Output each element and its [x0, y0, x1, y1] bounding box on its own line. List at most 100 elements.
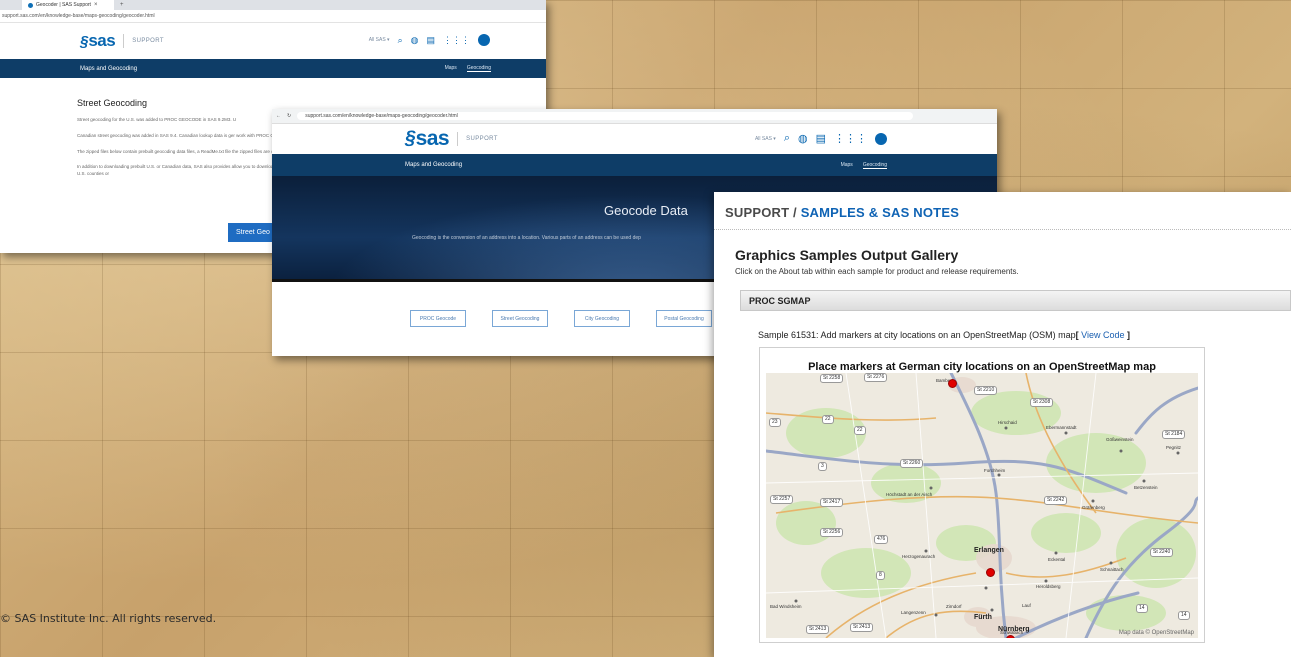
gallery-title: Graphics Samples Output Gallery — [735, 247, 959, 263]
documents-icon[interactable]: ▤ — [426, 35, 435, 46]
section-nav-links: Maps Geocoding — [445, 65, 491, 72]
city-label: Herzogenaurach — [902, 554, 936, 559]
road-label: 23 — [769, 418, 781, 427]
road-label: St 2210 — [974, 386, 998, 395]
openstreetmap-map[interactable]: St 2258 St 2276 St 2210 St 2308 St 2184 … — [766, 373, 1198, 638]
breadcrumb: SUPPORT / SAMPLES & SAS NOTES — [725, 205, 959, 220]
bracket-close: ] — [1124, 330, 1131, 340]
search-icon[interactable]: ⌕ — [398, 35, 403, 46]
road-label: 22 — [854, 426, 866, 435]
city-label: Zirndorf — [946, 604, 962, 609]
page-heading: Street Geocoding — [77, 98, 148, 108]
breadcrumb-samples[interactable]: SAMPLES & SAS NOTES — [801, 205, 959, 220]
new-tab-icon[interactable]: + — [120, 2, 124, 8]
city-marker-nuernberg[interactable] — [1006, 635, 1015, 638]
browser-tabbar: Geocoder | SAS Support × + — [0, 0, 546, 10]
all-sas-dropdown[interactable]: All SAS ▾ — [755, 136, 776, 142]
nav-link-geocoding[interactable]: Geocoding — [862, 162, 887, 169]
sas-favicon-icon — [28, 2, 33, 8]
reload-icon[interactable]: ↻ — [287, 113, 291, 119]
city-label: Lauf — [1022, 603, 1031, 608]
road-label: 14 — [1136, 604, 1148, 613]
city-label: Gößweinstein — [1106, 437, 1134, 442]
nav-link-maps[interactable]: Maps — [445, 65, 457, 72]
header-icons: All SAS ▾ ⌕ ◍ ▤ ⋮⋮⋮ — [755, 132, 887, 145]
support-label: SUPPORT — [132, 38, 164, 44]
globe-icon[interactable]: ◍ — [798, 132, 808, 145]
road-label: St 2276 — [864, 373, 888, 382]
section-nav-links: Maps Geocoding — [841, 162, 887, 169]
address-bar: ← ↻ support.sas.com/en/knowledge-base/ma… — [272, 109, 997, 124]
sas-header: § sas SUPPORT All SAS ▾ ⌕ ◍ ▤ ⋮⋮⋮ — [0, 23, 546, 59]
road-label: St 2184 — [1162, 430, 1186, 439]
road-label: St 2417 — [820, 498, 844, 507]
road-label: St 2308 — [1030, 398, 1054, 407]
browser-tab[interactable]: Geocoder | SAS Support × — [22, 0, 114, 10]
city-label: Hirschaid — [998, 420, 1017, 425]
globe-icon[interactable]: ◍ — [411, 35, 419, 46]
city-geocoding-button[interactable]: City Geocoding — [574, 310, 630, 327]
back-icon[interactable]: ← — [276, 113, 281, 119]
city-label: Forchheim — [984, 468, 1006, 473]
road-label: 22 — [822, 415, 834, 424]
hero-subtitle: Geocoding is the conversion of an addres… — [412, 235, 641, 241]
sas-logotype-icon: sas — [415, 127, 450, 150]
sas-s-icon: § — [405, 128, 416, 149]
apps-grid-icon[interactable]: ⋮⋮⋮ — [443, 35, 470, 46]
road-label: 14 — [1178, 611, 1190, 620]
apps-grid-icon[interactable]: ⋮⋮⋮ — [834, 132, 867, 145]
section-navbar: Maps and Geocoding Maps Geocoding — [0, 59, 546, 78]
section-title[interactable]: Maps and Geocoding — [80, 66, 137, 72]
sas-logo[interactable]: § sas — [405, 127, 450, 151]
user-avatar-icon[interactable] — [478, 34, 490, 46]
section-title[interactable]: Maps and Geocoding — [405, 162, 462, 168]
postal-geocoding-button[interactable]: Postal Geocoding — [656, 310, 712, 327]
road-label: St 2413 — [850, 623, 874, 632]
address-bar[interactable]: support.sas.com/en/knowledge-base/maps-g… — [0, 10, 546, 23]
search-icon[interactable]: ⌕ — [784, 132, 790, 145]
sample-text: Sample 61531: Add markers at city locati… — [758, 330, 1076, 340]
url-field[interactable]: support.sas.com/en/knowledge-base/maps-g… — [297, 112, 914, 120]
close-icon[interactable]: × — [94, 2, 98, 8]
nav-link-maps[interactable]: Maps — [841, 162, 853, 169]
road-label: 3 — [818, 462, 827, 471]
gallery-subtitle: Click on the About tab within each sampl… — [735, 267, 1019, 276]
dotted-divider — [714, 229, 1291, 230]
tab-title: Geocoder | SAS Support — [36, 2, 91, 8]
city-label: Betzenstein — [1134, 485, 1158, 490]
road-label: St 2242 — [1044, 496, 1068, 505]
user-avatar-icon[interactable] — [875, 132, 887, 145]
sas-header: § sas SUPPORT All SAS ▾ ⌕ ◍ ▤ ⋮⋮⋮ — [272, 124, 997, 154]
city-marker-erlangen[interactable] — [986, 568, 995, 577]
nav-link-geocoding[interactable]: Geocoding — [466, 65, 491, 72]
city-marker-bamberg[interactable] — [948, 379, 957, 388]
all-sas-dropdown[interactable]: All SAS ▾ — [369, 37, 390, 43]
street-geocoding-button[interactable]: Street Geocoding — [492, 310, 548, 327]
road-label: St 2256 — [820, 528, 844, 537]
hero-title: Geocode Data — [604, 203, 688, 218]
city-label: Eckental — [1048, 557, 1066, 562]
proc-geocode-button[interactable]: PROC Geocode — [410, 310, 466, 327]
url-text: support.sas.com/en/knowledge-base/maps-g… — [2, 13, 155, 19]
city-label: Langenzenn — [901, 610, 926, 615]
geocoding-buttons: PROC Geocode Street Geocoding City Geoco… — [410, 310, 712, 327]
city-label-erlangen: Erlangen — [974, 547, 1004, 554]
breadcrumb-support[interactable]: SUPPORT / — [725, 205, 801, 220]
divider — [123, 34, 125, 48]
city-label: Bad Windsheim — [770, 604, 802, 609]
road-label: St 2258 — [820, 374, 844, 383]
road-label: 8 — [876, 571, 885, 580]
road-label: St 2260 — [900, 459, 924, 468]
copyright-text: © SAS Institute Inc. All rights reserved… — [0, 612, 217, 625]
documents-icon[interactable]: ▤ — [816, 132, 826, 145]
sas-logo[interactable]: § sas — [80, 31, 116, 51]
proc-sgmap-section-header[interactable]: PROC SGMAP — [740, 290, 1291, 311]
map-output-frame: Place markers at German city locations o… — [759, 347, 1205, 643]
road-label: St 2240 — [1150, 548, 1174, 557]
city-label-nuernberg: Nürnberg — [998, 626, 1030, 633]
header-icons: All SAS ▾ ⌕ ◍ ▤ ⋮⋮⋮ — [369, 34, 490, 46]
road-label: 476 — [874, 535, 889, 544]
city-label: Ebermannstadt — [1046, 425, 1077, 430]
map-attribution: Map data © OpenStreetMap — [1118, 630, 1194, 636]
view-code-link[interactable]: View Code — [1081, 330, 1124, 340]
